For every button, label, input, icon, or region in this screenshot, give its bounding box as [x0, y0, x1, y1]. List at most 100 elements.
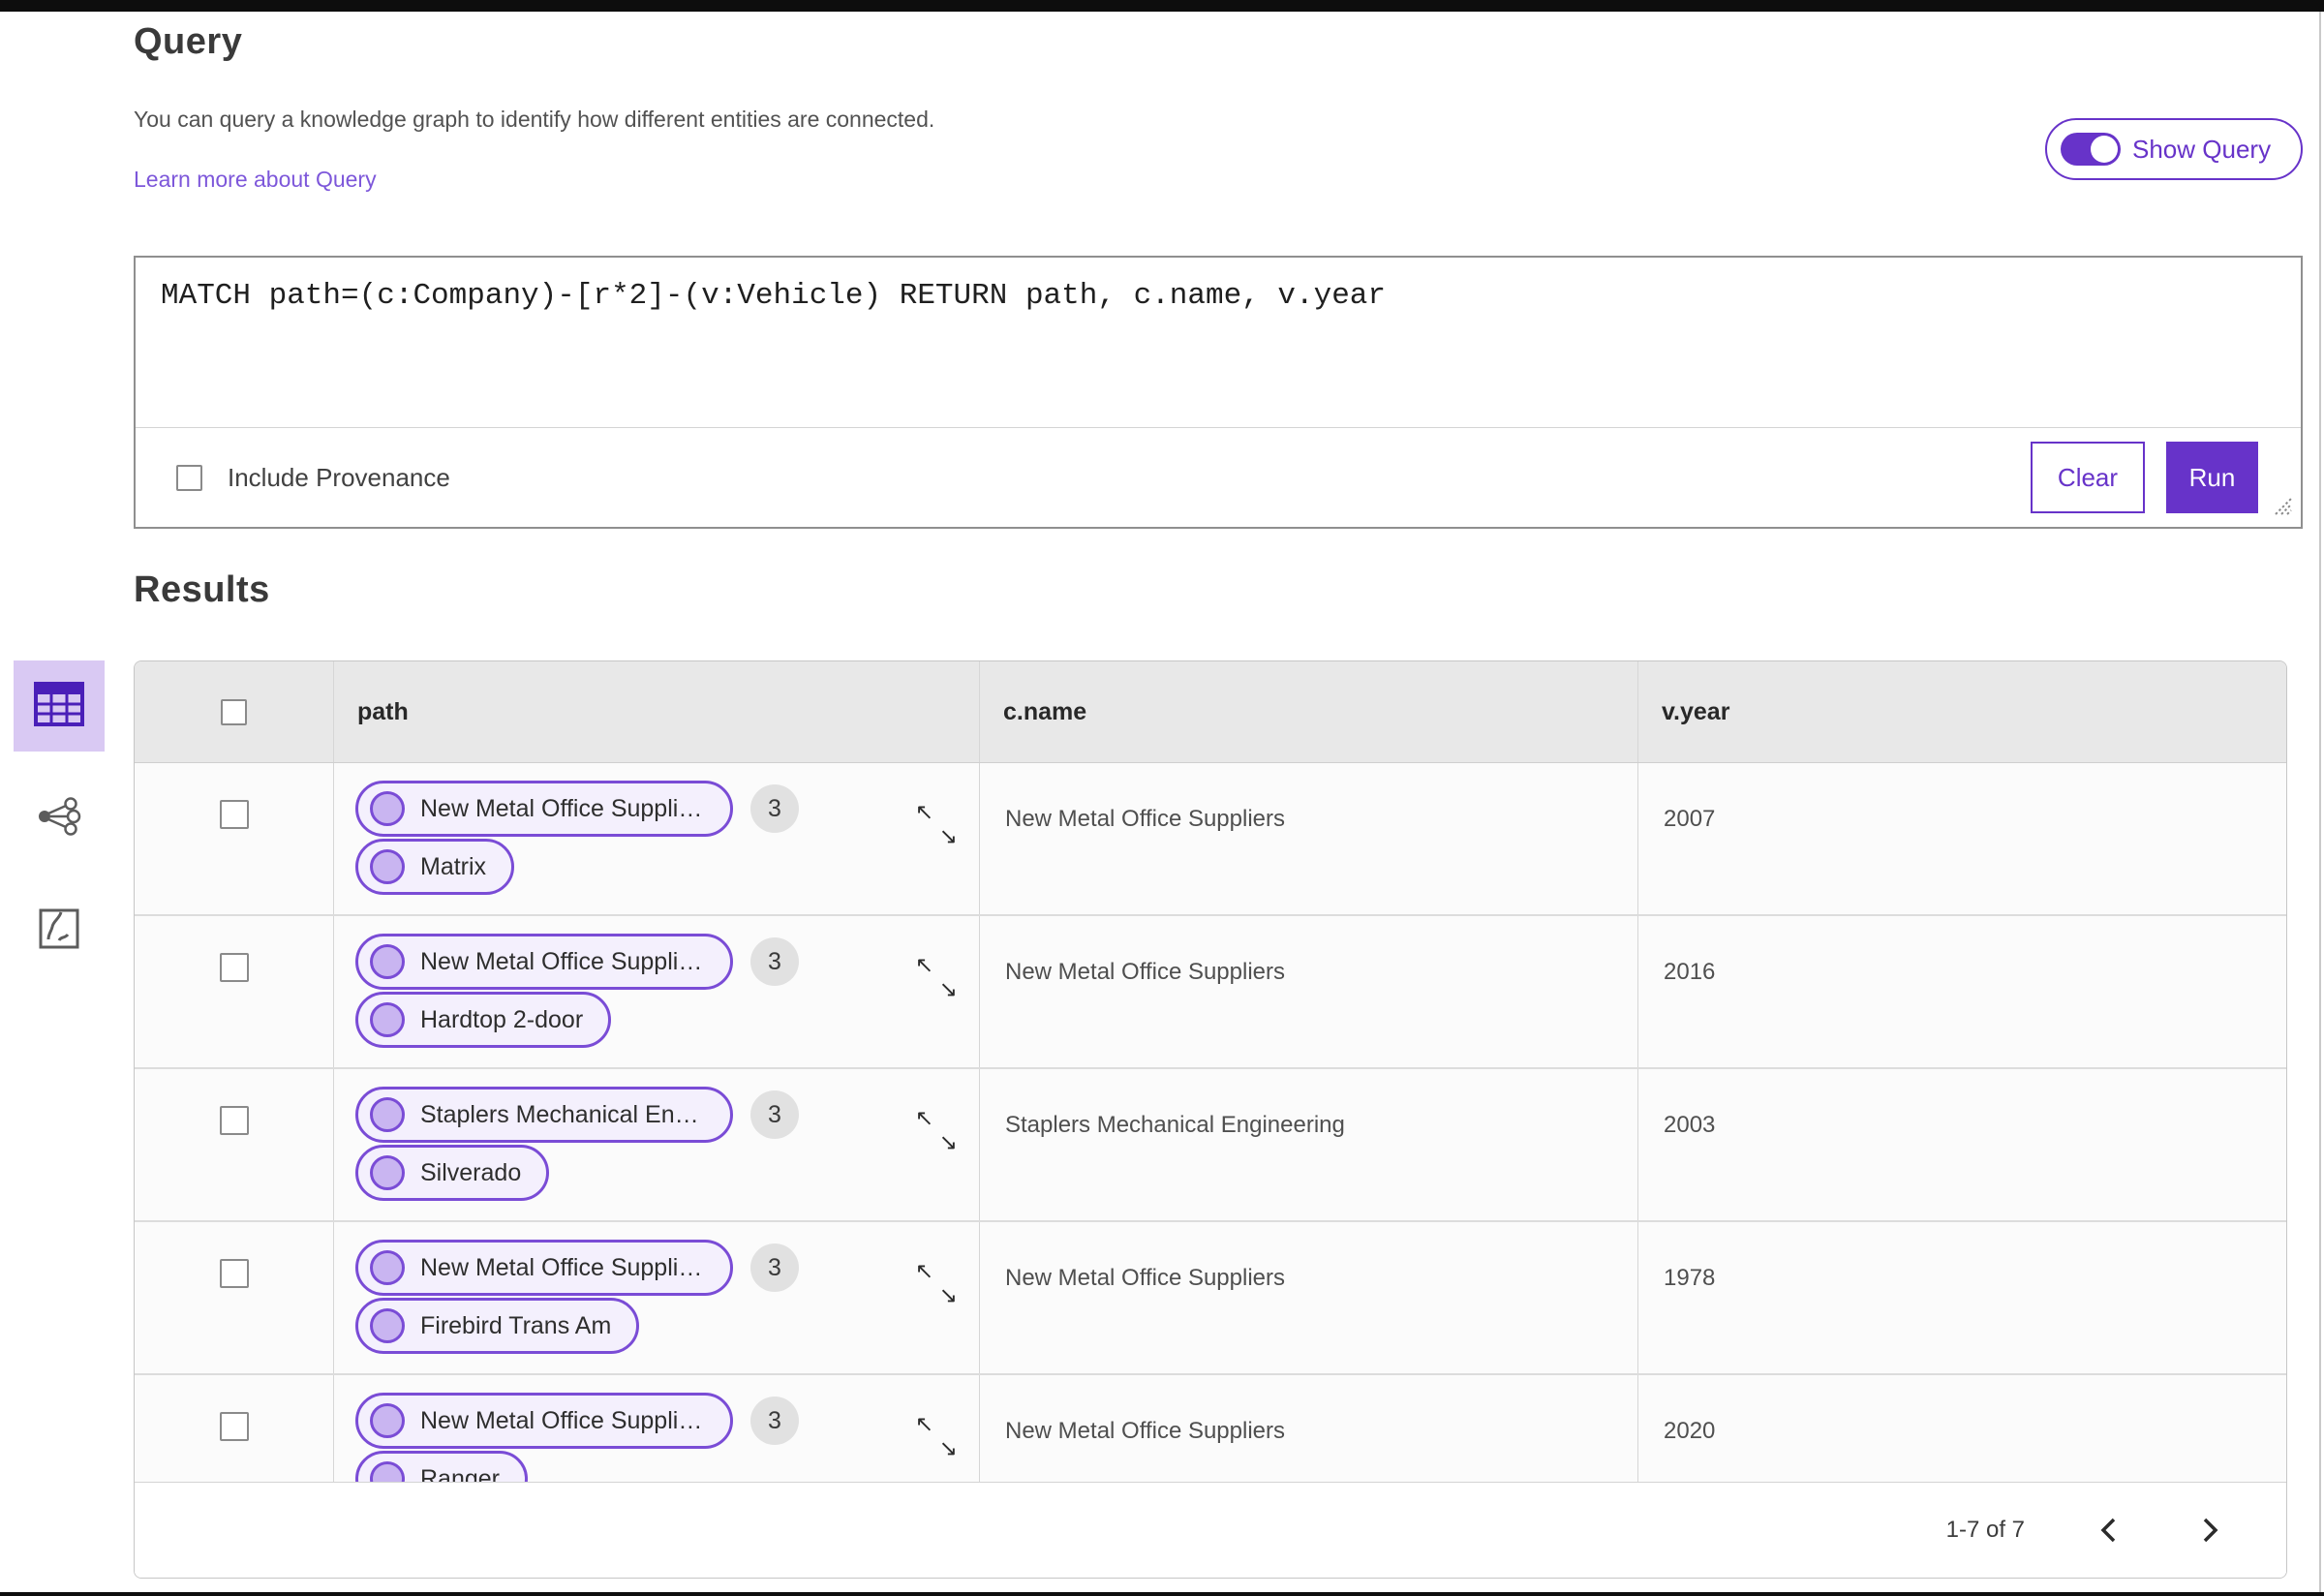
clear-button[interactable]: Clear [2031, 442, 2145, 513]
show-query-toggle-button[interactable]: Show Query [2045, 118, 2303, 180]
entity-pill[interactable]: New Metal Office Suppliers [355, 781, 733, 837]
results-view-rail [14, 660, 105, 976]
entity-pill[interactable]: Staplers Mechanical Engi... [355, 1087, 733, 1143]
cname-cell: New Metal Office Suppliers [979, 916, 1637, 1067]
expand-path-icon[interactable]: ↖ ↘ [915, 1108, 958, 1154]
table-body: New Metal Office Suppliers 3 Matrix ↖ ↘ New M… [135, 763, 2286, 1482]
path-second-line: Ranger [355, 1451, 979, 1482]
expand-path-icon[interactable]: ↖ ↘ [915, 955, 958, 1001]
graph-view-icon [37, 796, 81, 841]
entity-pill[interactable]: Ranger [355, 1451, 528, 1482]
row-select-cell [135, 1069, 333, 1220]
entity-pill[interactable]: New Metal Office Suppliers [355, 1240, 733, 1296]
vyear-cell: 2007 [1637, 763, 2286, 914]
include-provenance-checkbox[interactable] [176, 464, 202, 491]
entity-pill-label: Matrix [420, 852, 487, 880]
entity-pill[interactable]: Silverado [355, 1145, 550, 1201]
row-checkbox[interactable] [219, 1259, 249, 1288]
node-circle-icon [370, 1097, 405, 1132]
entity-pill-label: Firebird Trans Am [420, 1311, 612, 1339]
column-header-vyear: v.year [1637, 661, 2286, 762]
select-all-checkbox[interactable] [221, 698, 247, 725]
row-select-cell [135, 1375, 333, 1482]
entity-pill[interactable]: Matrix [355, 839, 515, 895]
entity-pill[interactable]: Hardtop 2-door [355, 992, 612, 1048]
entity-pill[interactable]: Firebird Trans Am [355, 1298, 640, 1354]
vyear-cell: 2003 [1637, 1069, 2286, 1220]
path-first-line: New Metal Office Suppliers 3 [355, 781, 979, 837]
path-cell: New Metal Office Suppliers 3 Ranger ↖ ↘ [333, 1375, 979, 1482]
arrow-down-right-icon: ↘ [938, 977, 958, 1002]
path-cell: New Metal Office Suppliers 3 Hardtop 2-doo… [333, 916, 979, 1067]
node-circle-icon [370, 791, 405, 826]
run-button[interactable]: Run [2166, 442, 2258, 513]
results-title: Results [134, 569, 270, 610]
results-table: path c.name v.year New Metal Office Supp… [134, 660, 2287, 1579]
row-checkbox[interactable] [219, 1106, 249, 1135]
page-description: You can query a knowledge graph to ident… [134, 107, 935, 132]
node-circle-icon [370, 944, 405, 979]
table-row: New Metal Office Suppliers 3 Matrix ↖ ↘ New M… [135, 763, 2286, 914]
path-first-line: New Metal Office Suppliers 3 [355, 1240, 979, 1296]
table-header: path c.name v.year [135, 661, 2286, 763]
pagination-range-label: 1-7 of 7 [1945, 1517, 2025, 1543]
path-count-badge: 3 [750, 1396, 799, 1445]
show-query-label: Show Query [2132, 134, 2272, 164]
path-count-badge: 3 [750, 1090, 799, 1139]
path-second-line: Matrix [355, 839, 979, 895]
expand-path-icon[interactable]: ↖ ↘ [915, 802, 958, 848]
path-second-line: Firebird Trans Am [355, 1298, 979, 1354]
arrow-down-right-icon: ↘ [938, 824, 958, 849]
arrow-down-right-icon: ↘ [938, 1283, 958, 1308]
vyear-cell: 2016 [1637, 916, 2286, 1067]
vyear-cell: 1978 [1637, 1222, 2286, 1373]
map-view-icon [38, 907, 80, 955]
cname-cell: Staplers Mechanical Engineering [979, 1069, 1637, 1220]
query-footer: Include Provenance Clear Run [136, 428, 2301, 527]
row-checkbox[interactable] [219, 953, 249, 982]
entity-pill[interactable]: New Metal Office Suppliers [355, 1393, 733, 1449]
map-view-button[interactable] [14, 885, 105, 976]
arrow-up-left-icon: ↖ [915, 1106, 934, 1131]
entity-pill-label: Ranger [420, 1464, 500, 1483]
pagination-next-button[interactable] [2191, 1511, 2230, 1550]
entity-pill[interactable]: New Metal Office Suppliers [355, 934, 733, 990]
path-cell: New Metal Office Suppliers 3 Firebird Tran… [333, 1222, 979, 1373]
query-input[interactable]: MATCH path=(c:Company)-[r*2]-(v:Vehicle)… [136, 258, 2301, 428]
expand-path-icon[interactable]: ↖ ↘ [915, 1414, 958, 1460]
arrow-up-left-icon: ↖ [915, 1412, 934, 1437]
arrow-down-right-icon: ↘ [938, 1130, 958, 1155]
learn-more-link[interactable]: Learn more about Query [134, 167, 377, 193]
node-circle-icon [370, 1461, 405, 1482]
pagination-prev-button[interactable] [2089, 1511, 2127, 1550]
path-cell: New Metal Office Suppliers 3 Matrix ↖ ↘ [333, 763, 979, 914]
cname-cell: New Metal Office Suppliers [979, 1375, 1637, 1482]
row-select-cell [135, 763, 333, 914]
entity-pill-label: Staplers Mechanical Engi... [420, 1100, 705, 1128]
window-bottom-edge [0, 1592, 2324, 1596]
entity-pill-label: New Metal Office Suppliers [420, 1406, 705, 1434]
table-row: New Metal Office Suppliers 3 Ranger ↖ ↘ New M… [135, 1373, 2286, 1482]
path-count-badge: 3 [750, 784, 799, 833]
expand-path-icon[interactable]: ↖ ↘ [915, 1261, 958, 1307]
column-header-path: path [333, 661, 979, 762]
row-checkbox[interactable] [219, 800, 249, 829]
query-page: Query You can query a knowledge graph to… [0, 0, 2324, 1596]
cname-cell: New Metal Office Suppliers [979, 1222, 1637, 1373]
page-title: Query [134, 21, 243, 62]
table-pagination: 1-7 of 7 [135, 1482, 2286, 1578]
row-select-cell [135, 1222, 333, 1373]
path-second-line: Silverado [355, 1145, 979, 1201]
query-panel: MATCH path=(c:Company)-[r*2]-(v:Vehicle)… [134, 256, 2303, 529]
row-checkbox[interactable] [219, 1412, 249, 1441]
table-row: Staplers Mechanical Engi... 3 Silverado ↖ ↘ S… [135, 1067, 2286, 1220]
resize-handle-icon[interactable] [2270, 493, 2293, 521]
graph-view-button[interactable] [14, 773, 105, 864]
table-row: New Metal Office Suppliers 3 Hardtop 2-doo… [135, 914, 2286, 1067]
toggle-on-icon[interactable] [2061, 133, 2121, 166]
path-cell: Staplers Mechanical Engi... 3 Silverado ↖ ↘ [333, 1069, 979, 1220]
table-view-icon [34, 681, 84, 731]
table-view-button[interactable] [14, 660, 105, 752]
column-header-cname: c.name [979, 661, 1637, 762]
node-circle-icon [370, 849, 405, 884]
